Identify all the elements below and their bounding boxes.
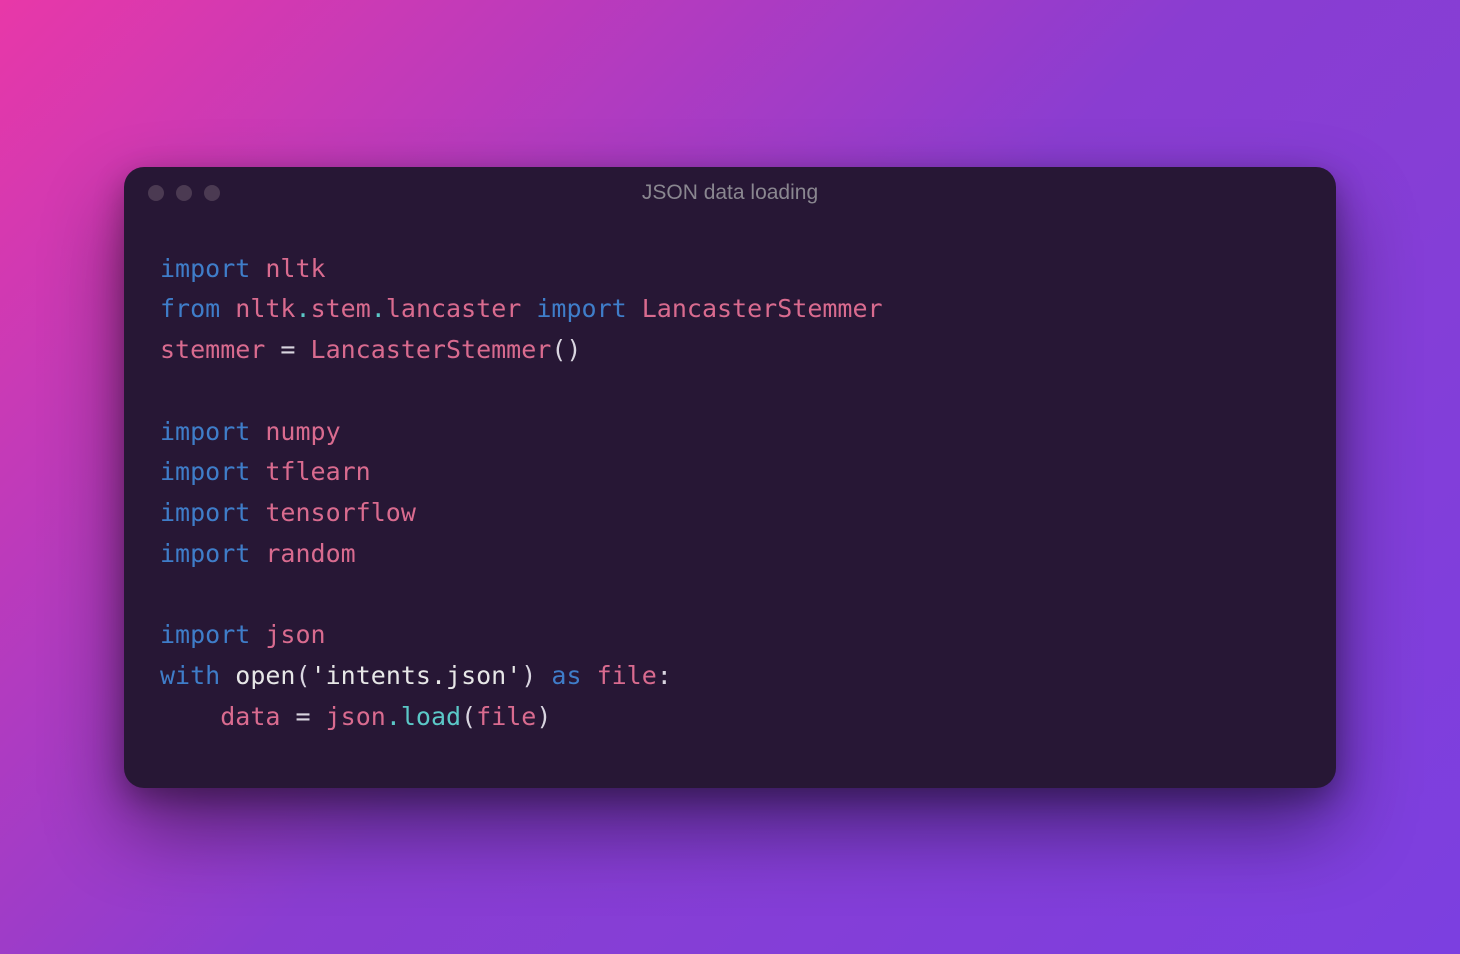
operator: = xyxy=(265,335,310,364)
indent xyxy=(160,702,220,731)
punct: ) xyxy=(521,661,536,690)
module: tflearn xyxy=(265,457,370,486)
punct: : xyxy=(657,661,672,690)
string: 'intents.json' xyxy=(311,661,522,690)
keyword: import xyxy=(536,294,626,323)
module: json xyxy=(265,620,325,649)
punct: . xyxy=(371,294,386,323)
minimize-icon[interactable] xyxy=(176,185,192,201)
method: load xyxy=(401,702,461,731)
keyword: import xyxy=(160,254,250,283)
window-title: JSON data loading xyxy=(124,181,1336,205)
punct: . xyxy=(386,702,401,731)
module: random xyxy=(265,539,355,568)
keyword: with xyxy=(160,661,220,690)
punct: ( xyxy=(296,661,311,690)
module: tensorflow xyxy=(265,498,416,527)
keyword: from xyxy=(160,294,220,323)
class: LancasterStemmer xyxy=(311,335,552,364)
keyword: import xyxy=(160,417,250,446)
close-icon[interactable] xyxy=(148,185,164,201)
keyword: import xyxy=(160,498,250,527)
traffic-lights xyxy=(148,185,220,201)
operator: = xyxy=(280,702,325,731)
punct: . xyxy=(296,294,311,323)
module: json xyxy=(326,702,386,731)
module: lancaster xyxy=(386,294,521,323)
punct: ( xyxy=(461,702,476,731)
variable: stemmer xyxy=(160,335,265,364)
keyword: import xyxy=(160,620,250,649)
punct: ) xyxy=(536,702,551,731)
keyword: import xyxy=(160,539,250,568)
maximize-icon[interactable] xyxy=(204,185,220,201)
variable: data xyxy=(220,702,280,731)
module: nltk xyxy=(265,254,325,283)
keyword: import xyxy=(160,457,250,486)
titlebar: JSON data loading xyxy=(124,167,1336,209)
variable: file xyxy=(476,702,536,731)
keyword: as xyxy=(551,661,581,690)
builtin: open xyxy=(235,661,295,690)
module: stem xyxy=(311,294,371,323)
module: nltk xyxy=(235,294,295,323)
module: numpy xyxy=(265,417,340,446)
code-block[interactable]: import nltk from nltk.stem.lancaster imp… xyxy=(124,209,1336,788)
punct: () xyxy=(551,335,581,364)
variable: file xyxy=(597,661,657,690)
class: LancasterStemmer xyxy=(642,294,883,323)
code-window: JSON data loading import nltk from nltk.… xyxy=(124,167,1336,788)
